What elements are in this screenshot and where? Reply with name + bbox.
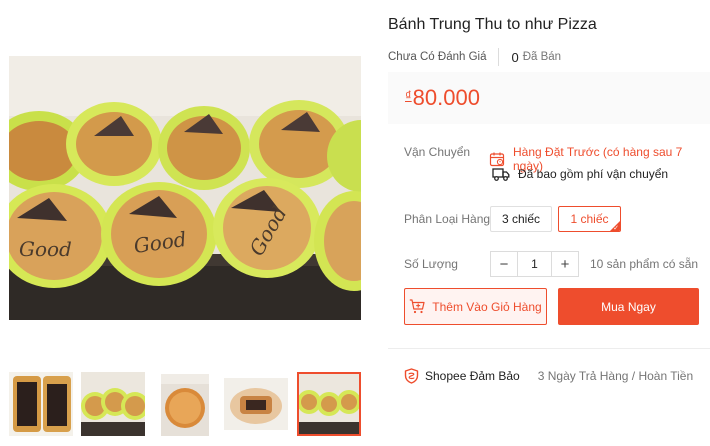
variant-label: Phân Loại Hàng bbox=[404, 212, 491, 226]
thumbnail-1[interactable] bbox=[9, 372, 73, 436]
variant-option-label: 1 chiếc bbox=[570, 212, 609, 226]
thumbnail-5[interactable] bbox=[297, 372, 361, 436]
quantity-stepper: − 1 + bbox=[490, 251, 579, 277]
selected-check-icon: ✓ bbox=[610, 221, 620, 231]
variant-option-label: 3 chiếc bbox=[501, 212, 541, 226]
quantity-decrease-button[interactable]: − bbox=[491, 252, 517, 276]
thumbnail-2[interactable] bbox=[81, 372, 145, 436]
thumbnail-4[interactable] bbox=[224, 378, 288, 430]
product-title: Bánh Trung Thu to như Pizza bbox=[388, 16, 597, 33]
truck-icon bbox=[492, 167, 510, 181]
no-rating-text: Chưa Có Đánh Giá bbox=[388, 51, 487, 63]
quantity-input[interactable]: 1 bbox=[517, 252, 552, 276]
shipping-fee-info: Đã bao gồm phí vận chuyển bbox=[492, 167, 668, 181]
quantity-label: Số Lượng bbox=[404, 257, 458, 271]
add-to-cart-label: Thêm Vào Giỏ Hàng bbox=[432, 299, 542, 314]
sold-label: Đã Bán bbox=[522, 51, 562, 63]
price-amount: 80.000 bbox=[412, 85, 480, 110]
buy-now-button[interactable]: Mua Ngay bbox=[558, 288, 699, 325]
guarantee-text[interactable]: 3 Ngày Trả Hàng / Hoàn Tiền bbox=[538, 369, 693, 383]
currency-symbol: ₫ bbox=[405, 87, 412, 103]
calendar-icon bbox=[489, 151, 505, 167]
section-divider bbox=[388, 348, 710, 349]
divider bbox=[498, 48, 500, 66]
thumbnail-strip bbox=[9, 372, 361, 436]
selected-check-glyph: ✓ bbox=[613, 225, 619, 232]
rating-sold-row: Chưa Có Đánh Giá 0 Đã Bán bbox=[388, 48, 561, 66]
quantity-increase-button[interactable]: + bbox=[552, 252, 578, 276]
sold-count: 0 bbox=[511, 49, 519, 65]
guarantee-label: Shopee Đảm Bảo bbox=[425, 369, 520, 383]
thumbnail-3[interactable] bbox=[161, 374, 209, 436]
main-product-image[interactable]: Good Good Good bbox=[9, 56, 361, 320]
stock-text: 10 sản phẩm có sẵn bbox=[590, 257, 699, 271]
add-to-cart-button[interactable]: Thêm Vào Giỏ Hàng bbox=[404, 288, 547, 325]
shipping-label: Vận Chuyển bbox=[404, 145, 471, 159]
variant-option-3-pieces[interactable]: 3 chiếc bbox=[490, 206, 552, 232]
variant-option-1-piece[interactable]: 1 chiếc ✓ bbox=[558, 206, 621, 232]
price-box: ₫ 80.000 bbox=[388, 72, 710, 124]
shield-icon bbox=[404, 368, 419, 384]
shipping-fee-text: Đã bao gồm phí vận chuyển bbox=[518, 167, 669, 181]
add-to-cart-icon bbox=[409, 299, 425, 314]
shopee-guarantee: Shopee Đảm Bảo 3 Ngày Trả Hàng / Hoàn Ti… bbox=[404, 368, 693, 384]
cake-logo-text-1: Good bbox=[19, 237, 72, 261]
